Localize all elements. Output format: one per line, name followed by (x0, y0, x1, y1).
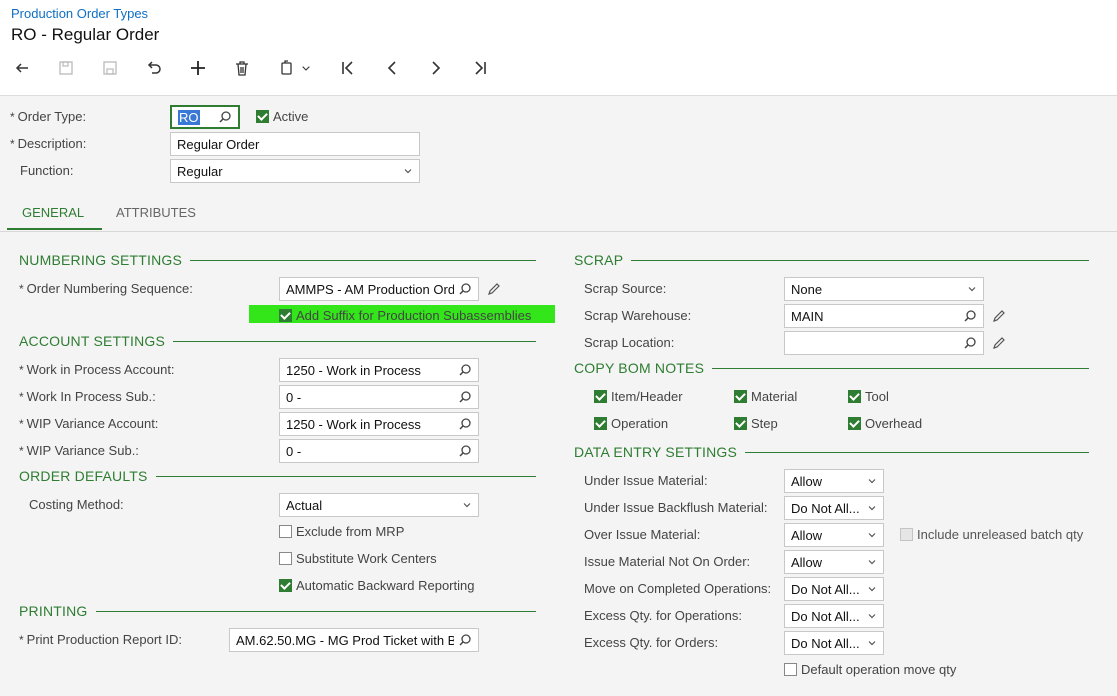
order-numbering-sequence-label: * Order Numbering Sequence: (19, 281, 193, 296)
under-issue-material-label: Under Issue Material: (584, 473, 708, 488)
move-completed-operations-label: Move on Completed Operations: (584, 581, 772, 596)
save-close-icon[interactable] (54, 56, 78, 80)
under-issue-material-select[interactable]: Allow (784, 469, 884, 493)
under-issue-backflush-label: Under Issue Backflush Material: (584, 500, 768, 515)
function-label: Function: (20, 163, 74, 178)
substitute-work-centers-checkbox[interactable]: Substitute Work Centers (279, 551, 437, 566)
scrap-source-select[interactable]: None (784, 277, 984, 301)
print-report-input[interactable]: AM.62.50.MG - MG Prod Ticket with B (229, 628, 479, 652)
numbering-settings-header: NUMBERING SETTINGS (19, 252, 536, 268)
wip-variance-account-input[interactable]: 1250 - Work in Process (279, 412, 479, 436)
over-issue-material-select[interactable]: Allow (784, 523, 884, 547)
default-operation-move-qty-checkbox[interactable]: Default operation move qty (784, 662, 956, 677)
wip-account-label: * Work in Process Account: (19, 362, 175, 377)
order-type-input[interactable]: RO (170, 105, 240, 129)
edit-pencil-icon[interactable] (486, 281, 502, 297)
scrap-header: SCRAP (574, 252, 1089, 268)
scrap-location-label: Scrap Location: (584, 335, 675, 350)
step-checkbox[interactable]: Step (734, 416, 778, 431)
save-icon[interactable] (98, 56, 122, 80)
description-label: * Description: (10, 136, 87, 151)
excess-qty-operations-select[interactable]: Do Not All... (784, 604, 884, 628)
add-suffix-checkbox[interactable]: Add Suffix for Production Subassemblies (279, 308, 531, 323)
tab-general[interactable]: GENERAL (22, 205, 84, 220)
search-icon[interactable] (963, 336, 977, 350)
move-completed-operations-select[interactable]: Do Not All... (784, 577, 884, 601)
scrap-source-label: Scrap Source: (584, 281, 667, 296)
search-icon[interactable] (458, 282, 472, 296)
order-defaults-header: ORDER DEFAULTS (19, 468, 536, 484)
wip-account-input[interactable]: 1250 - Work in Process (279, 358, 479, 382)
description-input[interactable]: Regular Order (170, 132, 420, 156)
order-type-label: * Order Type: (10, 109, 87, 124)
printing-header: PRINTING (19, 603, 536, 619)
search-icon[interactable] (458, 417, 472, 431)
issue-not-on-order-select[interactable]: Allow (784, 550, 884, 574)
search-icon[interactable] (458, 633, 472, 647)
print-report-label: * Print Production Report ID: (19, 632, 183, 647)
undo-icon[interactable] (142, 56, 166, 80)
chevron-down-icon (868, 506, 876, 511)
search-icon[interactable] (458, 444, 472, 458)
scrap-warehouse-label: Scrap Warehouse: (584, 308, 692, 323)
next-icon[interactable] (424, 56, 448, 80)
wip-variance-account-label: * WIP Variance Account: (19, 416, 159, 431)
copy-bom-notes-header: COPY BOM NOTES (574, 360, 1089, 376)
edit-pencil-icon[interactable] (991, 308, 1007, 324)
wip-sub-label: * Work In Process Sub.: (19, 389, 156, 404)
operation-checkbox[interactable]: Operation (594, 416, 668, 431)
data-entry-settings-header: DATA ENTRY SETTINGS (574, 444, 1089, 460)
costing-method-select[interactable]: Actual (279, 493, 479, 517)
add-icon[interactable] (186, 56, 210, 80)
costing-method-label: Costing Method: (29, 497, 124, 512)
excess-qty-orders-label: Excess Qty. for Orders: (584, 635, 719, 650)
item-header-checkbox[interactable]: Item/Header (594, 389, 683, 404)
active-checkbox[interactable]: Active (256, 109, 308, 124)
exclude-mrp-checkbox[interactable]: Exclude from MRP (279, 524, 404, 539)
first-icon[interactable] (336, 56, 360, 80)
tab-active-indicator (7, 228, 102, 230)
chevron-down-icon (463, 503, 471, 508)
under-issue-backflush-select[interactable]: Do Not All... (784, 496, 884, 520)
tool-checkbox[interactable]: Tool (848, 389, 889, 404)
automatic-backward-reporting-checkbox[interactable]: Automatic Backward Reporting (279, 578, 474, 593)
page-title: RO - Regular Order (11, 25, 160, 44)
back-icon[interactable] (10, 56, 34, 80)
search-icon[interactable] (458, 363, 472, 377)
search-icon[interactable] (218, 110, 232, 124)
over-issue-material-label: Over Issue Material: (584, 527, 701, 542)
chevron-down-icon (404, 169, 412, 174)
function-select[interactable]: Regular (170, 159, 420, 183)
scrap-warehouse-input[interactable]: MAIN (784, 304, 984, 328)
chevron-down-icon (868, 587, 876, 592)
material-checkbox[interactable]: Material (734, 389, 797, 404)
excess-qty-operations-label: Excess Qty. for Operations: (584, 608, 742, 623)
chevron-down-icon (868, 560, 876, 565)
account-settings-header: ACCOUNT SETTINGS (19, 333, 536, 349)
scrap-location-input[interactable] (784, 331, 984, 355)
last-icon[interactable] (468, 56, 492, 80)
issue-not-on-order-label: Issue Material Not On Order: (584, 554, 751, 569)
search-icon[interactable] (458, 390, 472, 404)
copy-paste-icon[interactable] (274, 56, 316, 80)
previous-icon[interactable] (380, 56, 404, 80)
wip-sub-input[interactable]: 0 - (279, 385, 479, 409)
include-unreleased-batch-checkbox[interactable]: Include unreleased batch qty (900, 527, 1083, 542)
breadcrumb[interactable]: Production Order Types (11, 6, 148, 21)
wip-variance-sub-input[interactable]: 0 - (279, 439, 479, 463)
chevron-down-icon (868, 479, 876, 484)
delete-icon[interactable] (230, 56, 254, 80)
chevron-down-icon (968, 287, 976, 292)
chevron-down-icon (868, 533, 876, 538)
tab-attributes[interactable]: ATTRIBUTES (116, 205, 196, 220)
wip-variance-sub-label: * WIP Variance Sub.: (19, 443, 139, 458)
overhead-checkbox[interactable]: Overhead (848, 416, 922, 431)
chevron-down-icon (868, 641, 876, 646)
tabs-divider (0, 231, 1117, 232)
order-numbering-sequence-input[interactable]: AMMPS - AM Production Ord (279, 277, 479, 301)
edit-pencil-icon[interactable] (991, 335, 1007, 351)
chevron-down-icon (868, 614, 876, 619)
search-icon[interactable] (963, 309, 977, 323)
excess-qty-orders-select[interactable]: Do Not All... (784, 631, 884, 655)
